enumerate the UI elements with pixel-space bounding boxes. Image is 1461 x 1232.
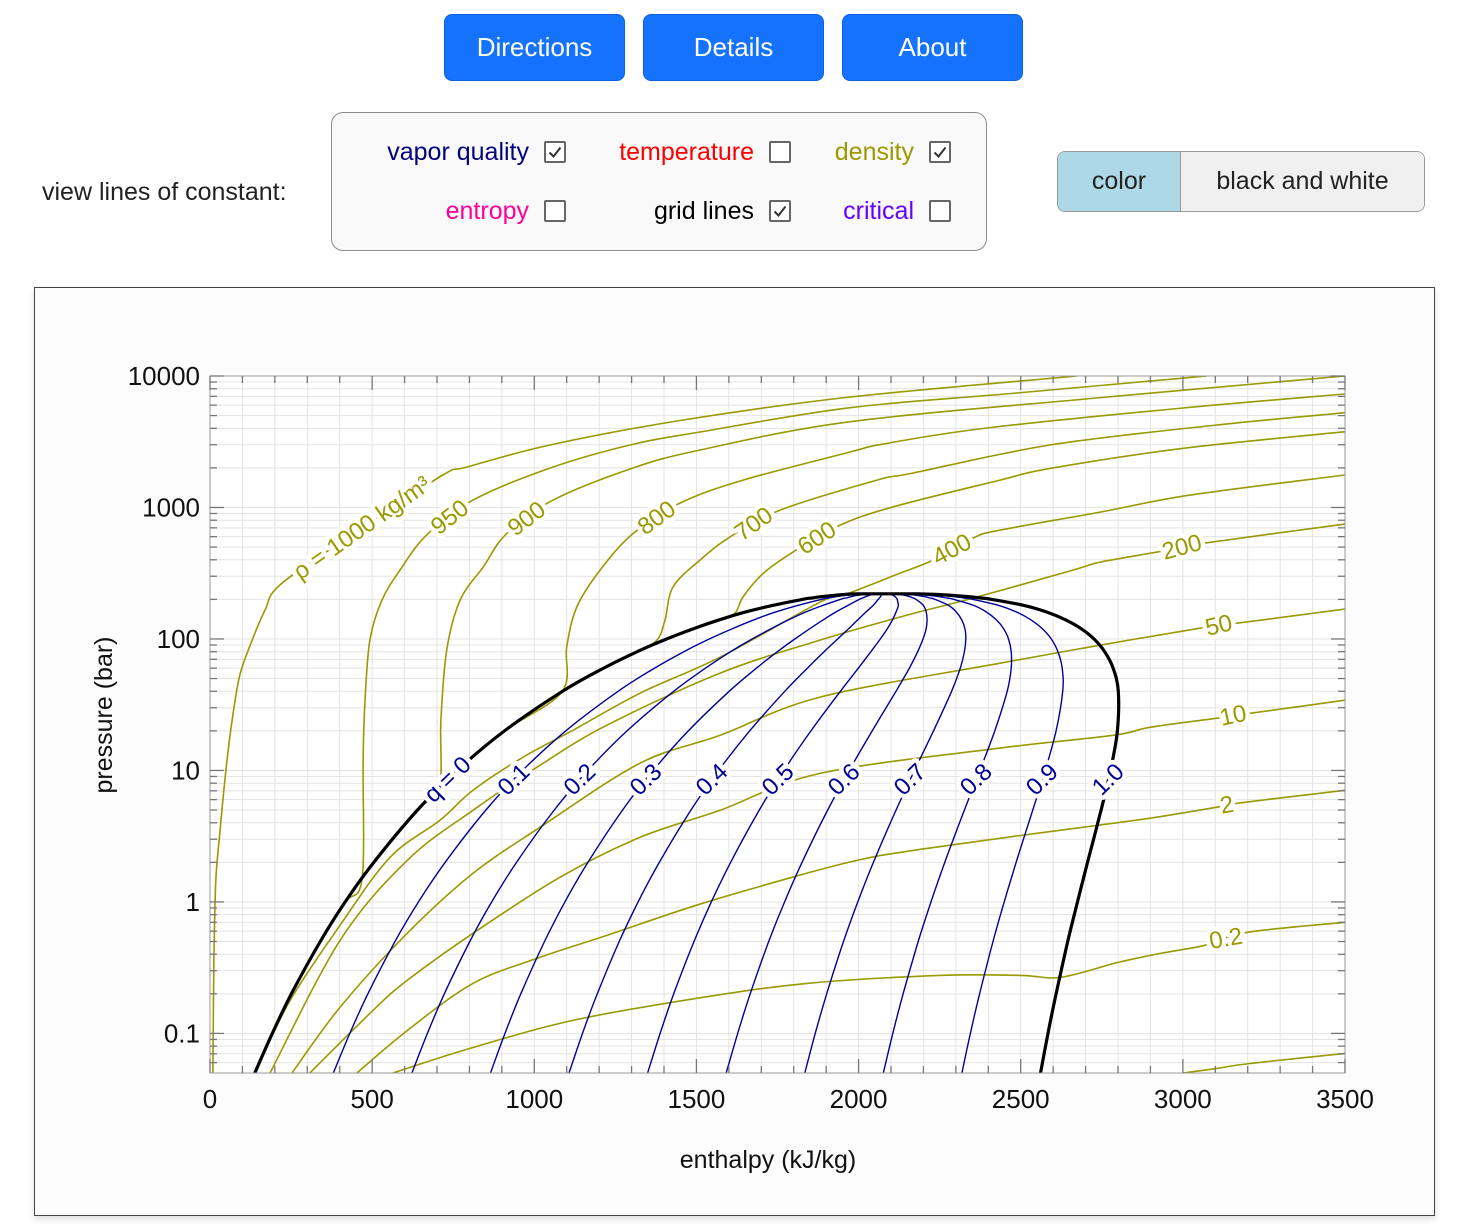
x-axis-title: enthalpy (kJ/kg) — [680, 1146, 856, 1174]
checkmark-icon — [933, 146, 947, 159]
checkmark-icon — [548, 146, 562, 159]
x-tick-label: 1000 — [505, 1084, 563, 1114]
option-label: vapor quality — [387, 138, 529, 166]
checkmark-icon — [773, 205, 787, 218]
x-tick-label: 1500 — [668, 1084, 726, 1114]
y-axis-title: pressure (bar) — [90, 637, 118, 794]
option-vapor-quality[interactable]: vapor quality — [387, 136, 566, 168]
density-checkbox[interactable] — [929, 141, 951, 163]
temperature-checkbox[interactable] — [769, 141, 791, 163]
x-tick-label: 3500 — [1316, 1084, 1374, 1114]
pressure-enthalpy-chart: 0 500 1000 1500 2000 2500 3000 35000.1110100100… — [34, 287, 1435, 1216]
option-temperature[interactable]: temperature — [619, 136, 791, 168]
option-density[interactable]: density — [835, 136, 951, 168]
y-tick-label: 100 — [157, 624, 200, 654]
y-tick-label: 0.1 — [164, 1018, 200, 1048]
directions-button[interactable]: Directions — [444, 14, 625, 81]
option-label: entropy — [445, 197, 529, 225]
view-lines-label: view lines of constant: — [42, 178, 287, 206]
entropy-checkbox[interactable] — [544, 200, 566, 222]
x-tick-label: 500 — [350, 1084, 393, 1114]
x-tick-label: 3000 — [1154, 1084, 1212, 1114]
density-label: 10 — [1217, 700, 1249, 732]
y-tick-label: 1 — [186, 887, 200, 917]
option-critical[interactable]: critical — [843, 195, 951, 227]
vapor-quality-checkbox[interactable] — [544, 141, 566, 163]
density-label: 0.2 — [1207, 923, 1245, 955]
chart-frame: 0 500 1000 1500 2000 2500 3000 3500 0.1 1 10 100 100… — [34, 287, 1435, 1216]
option-entropy[interactable]: entropy — [446, 195, 566, 227]
option-label: density — [834, 138, 914, 166]
y-tick-label: 10000 — [128, 361, 200, 391]
color-mode-toggle: color black and white — [1057, 151, 1425, 212]
option-label: grid lines — [653, 197, 754, 225]
option-grid-lines[interactable]: grid lines — [654, 195, 791, 227]
y-tick-label: 1000 — [142, 492, 200, 522]
color-mode-color-button[interactable]: color — [1058, 152, 1181, 211]
y-tick-label: 10 — [171, 755, 200, 785]
option-label: temperature — [619, 138, 754, 166]
line-options-panel: vapor quality temperature density entrop… — [331, 112, 987, 251]
x-tick-label: 2000 — [830, 1084, 888, 1114]
details-button[interactable]: Details — [643, 14, 824, 81]
about-button[interactable]: About — [842, 14, 1023, 81]
x-tick-label: 2500 — [992, 1084, 1050, 1114]
critical-checkbox[interactable] — [929, 200, 951, 222]
color-mode-black-and-white-button[interactable]: black and white — [1181, 152, 1424, 211]
option-label: critical — [843, 197, 914, 225]
grid-lines-checkbox[interactable] — [769, 200, 791, 222]
x-tick-label: 0 — [203, 1084, 217, 1114]
